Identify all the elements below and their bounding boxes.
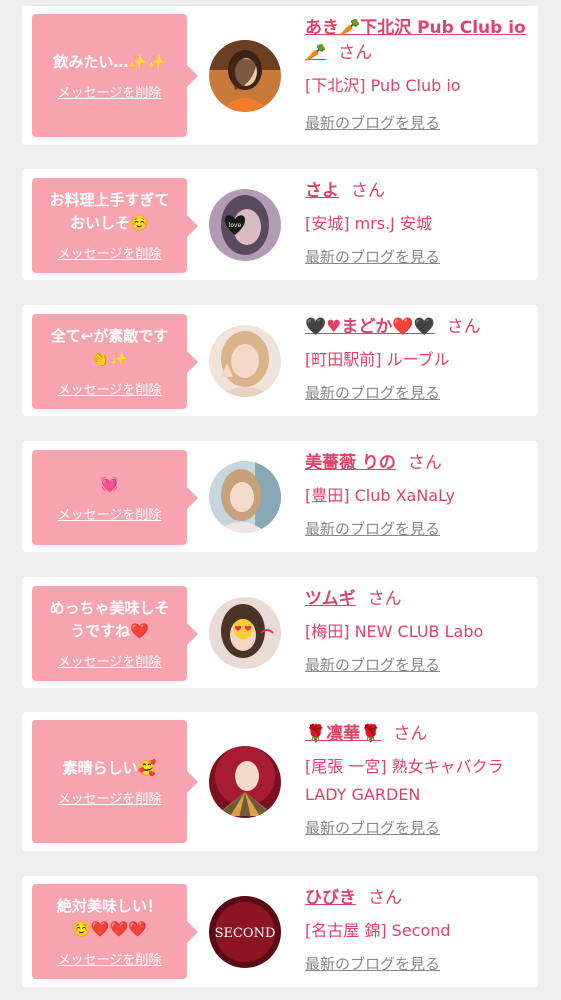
avatar[interactable]: SECOND — [209, 896, 281, 968]
message-card: 素晴らしい🥰 メッセージを削除 🌹凛華🌹 さん [尾張 一宮] 熟女キャバクラ L… — [22, 712, 538, 851]
message-card: お料理上手すぎて おいしそ☺️ メッセージを削除 love さよ さん [安城] … — [22, 169, 538, 280]
delete-message-link[interactable]: メッセージを削除 — [58, 504, 162, 523]
sender-name-link[interactable]: ツムギ — [305, 589, 356, 609]
delete-message-link[interactable]: メッセージを削除 — [58, 651, 162, 670]
shop-label: [尾張 一宮] 熟女キャバクラ LADY GARDEN — [305, 757, 504, 804]
latest-blog-link[interactable]: 最新のブログを見る — [305, 382, 440, 403]
honorific-label: さん — [393, 724, 428, 744]
sender-name-link[interactable]: 🖤♥まどか❤️🖤 — [305, 317, 435, 337]
woman-portrait-heart-eyes-icon — [209, 597, 281, 669]
name-line: 🖤♥まどか❤️🖤 さん — [305, 315, 530, 340]
avatar-logo-text: SECOND — [215, 926, 276, 941]
second-logo-icon: SECOND — [209, 896, 281, 968]
avatar[interactable] — [209, 746, 281, 818]
sender-name-link[interactable]: ひびき — [305, 888, 356, 908]
shop-label: [下北沢] Pub Club io — [305, 76, 461, 95]
latest-blog-link[interactable]: 最新のブログを見る — [305, 654, 440, 675]
latest-blog-link[interactable]: 最新のブログを見る — [305, 953, 440, 974]
latest-blog-link[interactable]: 最新のブログを見る — [305, 112, 440, 133]
message-bubble: 絶対美味しい！ ☺️❤️❤️❤️ メッセージを削除 — [32, 884, 198, 979]
name-line: 美薔薇 りの さん — [305, 451, 530, 476]
honorific-label: さん — [351, 181, 385, 201]
message-text: めっちゃ美味しそ うですね❤️ — [49, 599, 170, 640]
message-bubble: めっちゃ美味しそ うですね❤️ メッセージを削除 — [32, 586, 198, 681]
sender-info: 美薔薇 りの さん [豊田] Club XaNaLy 最新のブログを見る — [305, 451, 530, 539]
woman-portrait-heart-sticker-icon: love — [209, 189, 281, 261]
sender-info: 🖤♥まどか❤️🖤 さん [町田駅前] ルーブル 最新のブログを見る — [305, 315, 530, 403]
message-card: めっちゃ美味しそ うですね❤️ メッセージを削除 ツムギ さん [梅田] NEW … — [22, 577, 538, 688]
message-list: 飲みたい…✨✨ メッセージを削除 あき🥕下北沢 Pub Club io🥕 さん [… — [0, 0, 561, 1000]
message-bubble: 💓 メッセージを削除 — [32, 450, 198, 545]
message-text: お料理上手すぎて おいしそ☺️ — [49, 191, 170, 232]
woman-portrait-fan-icon — [209, 746, 281, 818]
shop-label: [名古屋 錦] Second — [305, 921, 451, 940]
sender-info: ツムギ さん [梅田] NEW CLUB Labo 最新のブログを見る — [305, 587, 530, 675]
honorific-label: さん — [407, 453, 442, 473]
honorific-label: さん — [368, 888, 402, 908]
woman-portrait-blonde-icon — [209, 325, 281, 397]
latest-blog-link[interactable]: 最新のブログを見る — [305, 246, 440, 267]
name-line: ひびき さん — [305, 886, 530, 911]
message-text: 絶対美味しい！ ☺️❤️❤️❤️ — [56, 897, 162, 938]
message-card: 💓 メッセージを削除 美薔薇 りの さん [豊田] Club XaNaLy 最新の… — [22, 441, 538, 552]
message-text: 全て↩︎が素敵です 👏✨ — [50, 327, 169, 368]
avatar[interactable] — [209, 597, 281, 669]
avatar[interactable] — [209, 40, 281, 112]
shop-label: [梅田] NEW CLUB Labo — [305, 622, 484, 641]
avatar[interactable] — [209, 461, 281, 533]
sender-name-link[interactable]: 美薔薇 りの — [305, 453, 396, 473]
delete-message-link[interactable]: メッセージを削除 — [58, 949, 162, 968]
sender-name-link[interactable]: 🌹凛華🌹 — [305, 724, 381, 744]
message-text: 💓 — [100, 474, 119, 493]
message-card: 絶対美味しい！ ☺️❤️❤️❤️ メッセージを削除 SECOND ひびき さん [… — [22, 876, 538, 987]
honorific-label: さん — [367, 589, 402, 609]
sender-info: さよ さん [安城] mrs.J 安城 最新のブログを見る — [305, 179, 530, 267]
delete-message-link[interactable]: メッセージを削除 — [58, 788, 162, 807]
woman-portrait-light-icon — [209, 461, 281, 533]
woman-portrait-orange-icon — [209, 40, 281, 112]
message-bubble: 全て↩︎が素敵です 👏✨ メッセージを削除 — [32, 314, 198, 409]
message-text: 素晴らしい🥰 — [62, 758, 157, 777]
name-line: ツムギ さん — [305, 587, 530, 612]
svg-text:love: love — [229, 222, 242, 229]
sender-info: 🌹凛華🌹 さん [尾張 一宮] 熟女キャバクラ LADY GARDEN 最新のブロ… — [305, 722, 530, 838]
delete-message-link[interactable]: メッセージを削除 — [58, 82, 162, 101]
message-card: 全て↩︎が素敵です 👏✨ メッセージを削除 🖤♥まどか❤️🖤 さん [町田駅前] … — [22, 305, 538, 416]
message-bubble: 飲みたい…✨✨ メッセージを削除 — [32, 14, 198, 137]
name-line: 🌹凛華🌹 さん — [305, 722, 530, 747]
avatar[interactable]: love — [209, 189, 281, 261]
message-card: 飲みたい…✨✨ メッセージを削除 あき🥕下北沢 Pub Club io🥕 さん [… — [22, 6, 538, 145]
honorific-label: さん — [446, 317, 481, 337]
latest-blog-link[interactable]: 最新のブログを見る — [305, 518, 440, 539]
shop-label: [町田駅前] ルーブル — [305, 350, 450, 369]
name-line: あき🥕下北沢 Pub Club io🥕 さん — [305, 16, 530, 66]
delete-message-link[interactable]: メッセージを削除 — [58, 379, 162, 398]
sender-info: あき🥕下北沢 Pub Club io🥕 さん [下北沢] Pub Club io … — [305, 16, 530, 133]
message-bubble: お料理上手すぎて おいしそ☺️ メッセージを削除 — [32, 178, 198, 273]
sender-name-link[interactable]: さよ — [305, 181, 339, 201]
sender-info: ひびき さん [名古屋 錦] Second 最新のブログを見る — [305, 886, 530, 974]
honorific-label: さん — [338, 43, 373, 63]
name-line: さよ さん — [305, 179, 530, 204]
shop-label: [安城] mrs.J 安城 — [305, 214, 432, 233]
message-bubble: 素晴らしい🥰 メッセージを削除 — [32, 720, 198, 843]
avatar[interactable] — [209, 325, 281, 397]
delete-message-link[interactable]: メッセージを削除 — [58, 243, 162, 262]
shop-label: [豊田] Club XaNaLy — [305, 486, 456, 505]
message-text: 飲みたい…✨✨ — [53, 52, 166, 71]
latest-blog-link[interactable]: 最新のブログを見る — [305, 817, 440, 838]
